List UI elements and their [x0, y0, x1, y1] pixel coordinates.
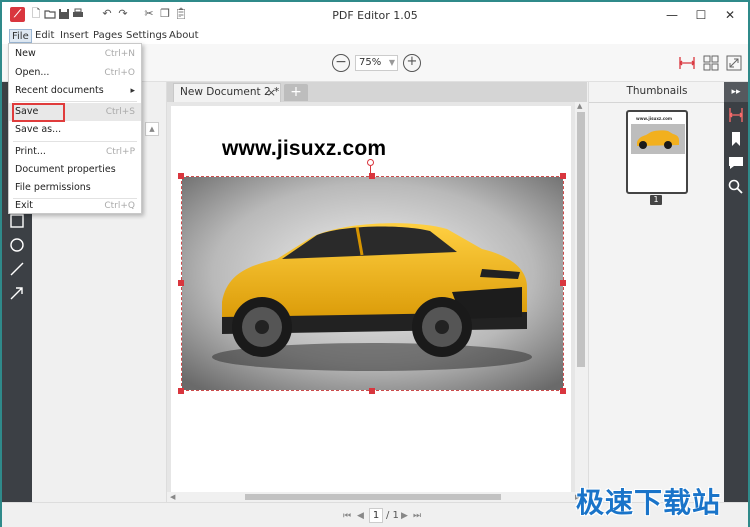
vertical-scroll-thumb[interactable]	[577, 112, 585, 367]
menu-item-label: Save as...	[15, 124, 62, 135]
next-page-icon[interactable]: ▶	[401, 511, 408, 521]
minimize-button[interactable]: —	[662, 6, 682, 24]
menu-item-shortcut: Ctrl+S	[105, 107, 135, 117]
menu-pages[interactable]: Pages	[91, 29, 124, 43]
scroll-up-icon[interactable]: ▲	[577, 102, 582, 110]
car-image[interactable]	[181, 176, 564, 391]
document-heading-text[interactable]: www.jisuxz.com	[222, 137, 386, 161]
page-thumbnail[interactable]: www.jisuxz.com	[626, 110, 688, 194]
menu-separator	[13, 101, 137, 102]
menu-item-shortcut: Ctrl+P	[106, 147, 135, 157]
menu-item-label: Recent documents	[15, 85, 104, 96]
last-page-icon[interactable]: ⏭	[413, 511, 421, 521]
menu-item-open[interactable]: Open... Ctrl+O	[9, 64, 141, 82]
resize-handle-tr[interactable]	[560, 173, 566, 179]
comment-icon[interactable]	[728, 155, 744, 171]
fullscreen-icon[interactable]	[726, 55, 742, 71]
expand-panel-icon[interactable]: ▸▸	[724, 82, 748, 102]
menu-item-label: Exit	[15, 200, 33, 211]
document-tab-bar: New Document 2 * × +	[167, 82, 587, 102]
menu-item-shortcut: Ctrl+O	[104, 68, 135, 78]
tab-close-icon[interactable]: ×	[267, 84, 276, 101]
menu-edit[interactable]: Edit	[33, 29, 56, 43]
rectangle-tool-icon[interactable]	[9, 213, 25, 229]
search-icon[interactable]	[728, 179, 744, 195]
watermark-text: 极速下载站	[576, 486, 722, 519]
horizontal-scrollbar[interactable]: ◀ ▶	[167, 492, 587, 502]
document-canvas: www.jisuxz.com	[167, 102, 587, 502]
scroll-left-icon[interactable]: ◀	[170, 493, 175, 501]
resize-handle-tm[interactable]	[369, 173, 375, 179]
arrow-tool-icon[interactable]	[9, 285, 25, 301]
document-page[interactable]: www.jisuxz.com	[171, 106, 571, 492]
line-tool-icon[interactable]	[9, 261, 25, 277]
menu-item-label: Print...	[15, 146, 46, 157]
menu-item-document-properties[interactable]: Document properties	[9, 161, 141, 179]
zoom-select[interactable]: 75% ▼	[355, 55, 398, 71]
car-image-graphic	[182, 177, 563, 390]
ellipse-tool-icon[interactable]	[9, 237, 25, 253]
menu-item-save-as[interactable]: Save as...	[9, 121, 141, 139]
app-window: ⟋ 🗋 ↶ ↷ ✂ ❐ 📋︎ PDF Editor 1.05 — ☐ ✕ Fil…	[0, 0, 750, 527]
thumbnails-title: Thumbnails	[626, 85, 688, 97]
menu-item-new[interactable]: New Ctrl+N	[9, 45, 141, 63]
grid-view-icon[interactable]	[703, 55, 719, 71]
zoom-out-button[interactable]: −	[332, 54, 350, 72]
resize-handle-mr[interactable]	[560, 280, 566, 286]
menu-about[interactable]: About	[167, 29, 201, 43]
menu-item-label: New	[15, 48, 36, 59]
thumbnails-divider	[589, 102, 725, 103]
zoom-in-button[interactable]: +	[403, 54, 421, 72]
menu-item-label: File permissions	[15, 182, 91, 193]
page-total: / 1	[386, 510, 399, 521]
first-page-icon[interactable]: ⏮	[343, 511, 351, 521]
menu-item-print[interactable]: Print... Ctrl+P	[9, 143, 141, 161]
resize-handle-bl[interactable]	[178, 388, 184, 394]
vertical-scrollbar[interactable]: ▲	[575, 102, 587, 492]
save-highlight-box	[12, 103, 65, 122]
thumbnail-car-graphic	[631, 124, 685, 154]
previous-page-icon[interactable]: ◀	[357, 511, 364, 521]
maximize-button[interactable]: ☐	[691, 6, 711, 24]
menu-insert[interactable]: Insert	[58, 29, 91, 43]
thumbnail-page-number: 1	[650, 195, 662, 205]
resize-handle-ml[interactable]	[178, 280, 184, 286]
menu-item-label: Document properties	[15, 164, 116, 175]
menu-item-shortcut: Ctrl+N	[104, 49, 135, 59]
file-menu-dropdown: New Ctrl+N Open... Ctrl+O Recent documen…	[8, 43, 142, 214]
thumbnails-tool-icon[interactable]	[728, 107, 744, 123]
close-button[interactable]: ✕	[720, 6, 740, 24]
menu-bar: File Edit Insert Pages Settings About	[2, 28, 748, 44]
page-number-input[interactable]: 1	[369, 508, 383, 523]
resize-handle-bm[interactable]	[369, 388, 375, 394]
add-tab-button[interactable]: +	[284, 84, 308, 101]
menu-item-recent-documents[interactable]: Recent documents ▸	[9, 82, 141, 100]
menu-item-label: Open...	[15, 67, 50, 78]
rotate-handle[interactable]	[367, 159, 374, 166]
resize-handle-tl[interactable]	[178, 173, 184, 179]
tab-label: New Document 2 *	[180, 86, 280, 98]
thumbnail-caption: www.jisuxz.com	[636, 116, 673, 121]
thumbnails-panel: Thumbnails www.jisuxz.com 1	[588, 82, 725, 502]
window-title: PDF Editor 1.05	[332, 9, 418, 22]
title-bar: ⟋ 🗋 ↶ ↷ ✂ ❐ 📋︎ PDF Editor 1.05 — ☐ ✕	[2, 2, 748, 28]
horizontal-scroll-thumb[interactable]	[245, 494, 501, 500]
zoom-value: 75%	[359, 57, 382, 68]
resize-handle-br[interactable]	[560, 388, 566, 394]
chevron-down-icon: ▼	[388, 58, 395, 67]
tab-document[interactable]: New Document 2 * ×	[173, 83, 281, 102]
menu-settings[interactable]: Settings	[124, 29, 169, 43]
menu-item-exit[interactable]: Exit Ctrl+Q	[9, 197, 141, 215]
bookmark-icon[interactable]	[728, 131, 744, 147]
menu-item-shortcut: Ctrl+Q	[104, 201, 135, 211]
menu-file[interactable]: File	[9, 29, 32, 43]
fit-width-icon[interactable]	[679, 55, 695, 71]
property-spinner[interactable]: ▲	[145, 122, 159, 136]
menu-separator	[13, 141, 137, 142]
menu-item-file-permissions[interactable]: File permissions	[9, 179, 141, 197]
right-tool-strip: ▸▸	[724, 82, 748, 502]
submenu-arrow-icon: ▸	[130, 86, 135, 96]
